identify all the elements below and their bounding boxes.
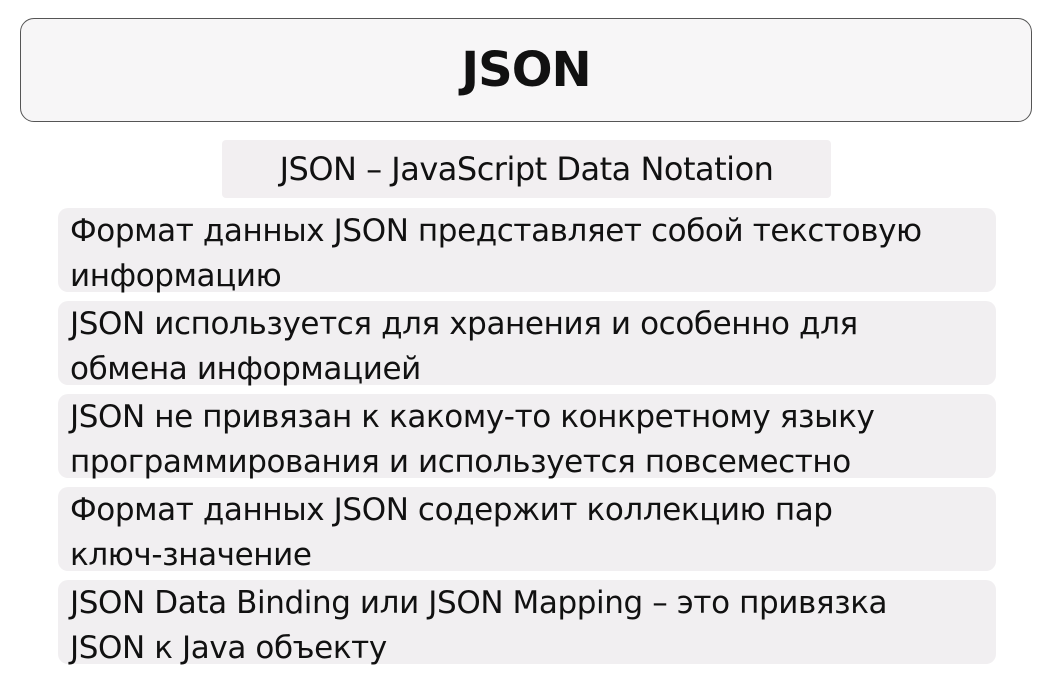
bullet-item-text: JSON Data Binding или JSON Mapping – это… xyxy=(70,585,888,666)
bullet-item-text: Формат данных JSON содержит коллекцию па… xyxy=(70,492,833,573)
bullet-item-text: JSON не привязан к какому-то конкретному… xyxy=(70,399,875,480)
slide-title: JSON xyxy=(461,42,591,98)
bullet-item: JSON не привязан к какому-то конкретному… xyxy=(58,394,996,480)
bullet-item: Формат данных JSON представляет собой те… xyxy=(58,208,996,294)
slide-subtitle-box: JSON – JavaScript Data Notation xyxy=(222,140,831,198)
bullet-item-text: JSON используется для хранения и особенн… xyxy=(70,306,858,387)
bullet-item: JSON используется для хранения и особенн… xyxy=(58,301,996,387)
bullet-item: Формат данных JSON содержит коллекцию па… xyxy=(58,487,996,573)
slide-title-box: JSON xyxy=(20,18,1032,122)
slide-subtitle: JSON – JavaScript Data Notation xyxy=(279,150,774,188)
bullet-item: JSON Data Binding или JSON Mapping – это… xyxy=(58,580,996,666)
bullet-item-text: Формат данных JSON представляет собой те… xyxy=(70,213,922,294)
